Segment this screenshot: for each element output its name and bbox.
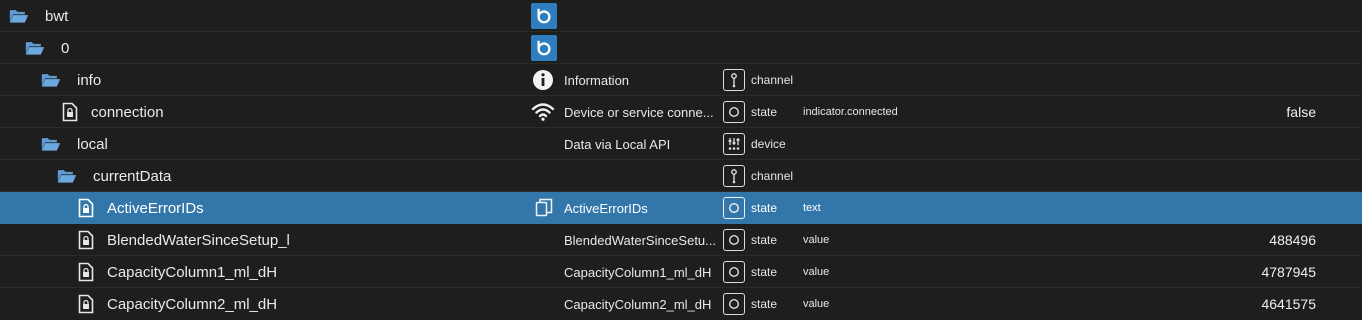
tree-item-type: channel [751,73,794,87]
tree-item-name: 0 [61,39,70,57]
tree-item-role: value [803,266,830,278]
tree-row-BlendedWaterSinceSetup_l[interactable]: BlendedWaterSinceSetup_l BlendedWaterSin… [0,224,1362,256]
tree-item-name: BlendedWaterSinceSetup_l [107,231,290,249]
tree-item-description: ActiveErrorIDs [564,200,648,216]
tree-row-ActiveErrorIDs[interactable]: ActiveErrorIDs ActiveErrorIDs state text [0,192,1362,224]
tree-item-type: state [751,105,778,119]
folder-open-icon[interactable] [41,64,61,96]
state-type-icon [723,192,745,224]
tree-item-name: bwt [45,7,69,25]
channel-type-icon [723,160,745,192]
state-file-icon [62,96,78,128]
state-file-icon [78,192,94,224]
tree-item-type: state [751,265,778,279]
tree-item-description: Data via Local API [564,136,671,152]
tree-item-name: connection [91,103,164,121]
tree-item-name: info [77,71,102,89]
tree-row-bwt[interactable]: bwt [0,0,1362,32]
tree-row-CapacityColumn2_ml_dH[interactable]: CapacityColumn2_ml_dH CapacityColumn2_ml… [0,288,1362,316]
tree-row-currentData[interactable]: currentData channel [0,160,1362,192]
state-type-icon [723,288,745,320]
tree-item-value[interactable]: 4641575 [1261,288,1316,320]
tree-row-0[interactable]: 0 [0,32,1362,64]
tree-item-description: Device or service conne... [564,104,714,120]
info-circle-icon [532,64,554,96]
tree-row-connection[interactable]: connection Device or service conne... st… [0,96,1362,128]
tree-item-name: CapacityColumn2_ml_dH [107,295,278,313]
channel-type-icon [723,64,745,96]
tree-item-description: CapacityColumn2_ml_dH [564,296,712,312]
state-type-icon [723,224,745,256]
tree-item-name: currentData [93,167,172,185]
tree-item-description: CapacityColumn1_ml_dH [564,264,712,280]
folder-open-icon[interactable] [41,128,61,160]
tree-item-name: CapacityColumn1_ml_dH [107,263,278,281]
tree-item-name: ActiveErrorIDs [107,199,204,217]
state-file-icon [78,288,94,320]
tree-item-value[interactable]: false [1286,96,1316,128]
tree-item-role: value [803,298,830,310]
tree-item-role: text [803,202,821,214]
object-tree: bwt 0 info Information channel connectio… [0,0,1362,316]
tree-item-role: indicator.connected [803,106,898,118]
tree-row-local[interactable]: local Data via Local API device [0,128,1362,160]
state-file-icon [78,256,94,288]
tree-item-type: state [751,201,778,215]
folder-open-icon[interactable] [57,160,77,192]
tree-item-description: Information [564,72,630,88]
state-type-icon [723,256,745,288]
tree-item-value[interactable]: 4787945 [1261,256,1316,288]
wifi-icon [531,96,555,128]
tree-item-value[interactable]: 488496 [1269,224,1316,256]
state-type-icon [723,96,745,128]
bwt-adapter-logo-icon [531,32,557,64]
tree-row-info[interactable]: info Information channel [0,64,1362,96]
copy-icon[interactable] [535,192,553,224]
folder-open-icon[interactable] [25,32,45,64]
tree-item-name: local [77,135,108,153]
tree-row-CapacityColumn1_ml_dH[interactable]: CapacityColumn1_ml_dH CapacityColumn1_ml… [0,256,1362,288]
tree-item-type: device [751,137,786,151]
tree-item-type: channel [751,169,794,183]
device-type-icon [723,128,745,160]
tree-item-description: BlendedWaterSinceSetu... [564,232,716,248]
tree-item-type: state [751,297,778,311]
bwt-adapter-logo-icon [531,0,557,32]
tree-item-type: state [751,233,778,247]
tree-item-role: value [803,234,830,246]
state-file-icon [78,224,94,256]
folder-open-icon[interactable] [9,0,29,32]
